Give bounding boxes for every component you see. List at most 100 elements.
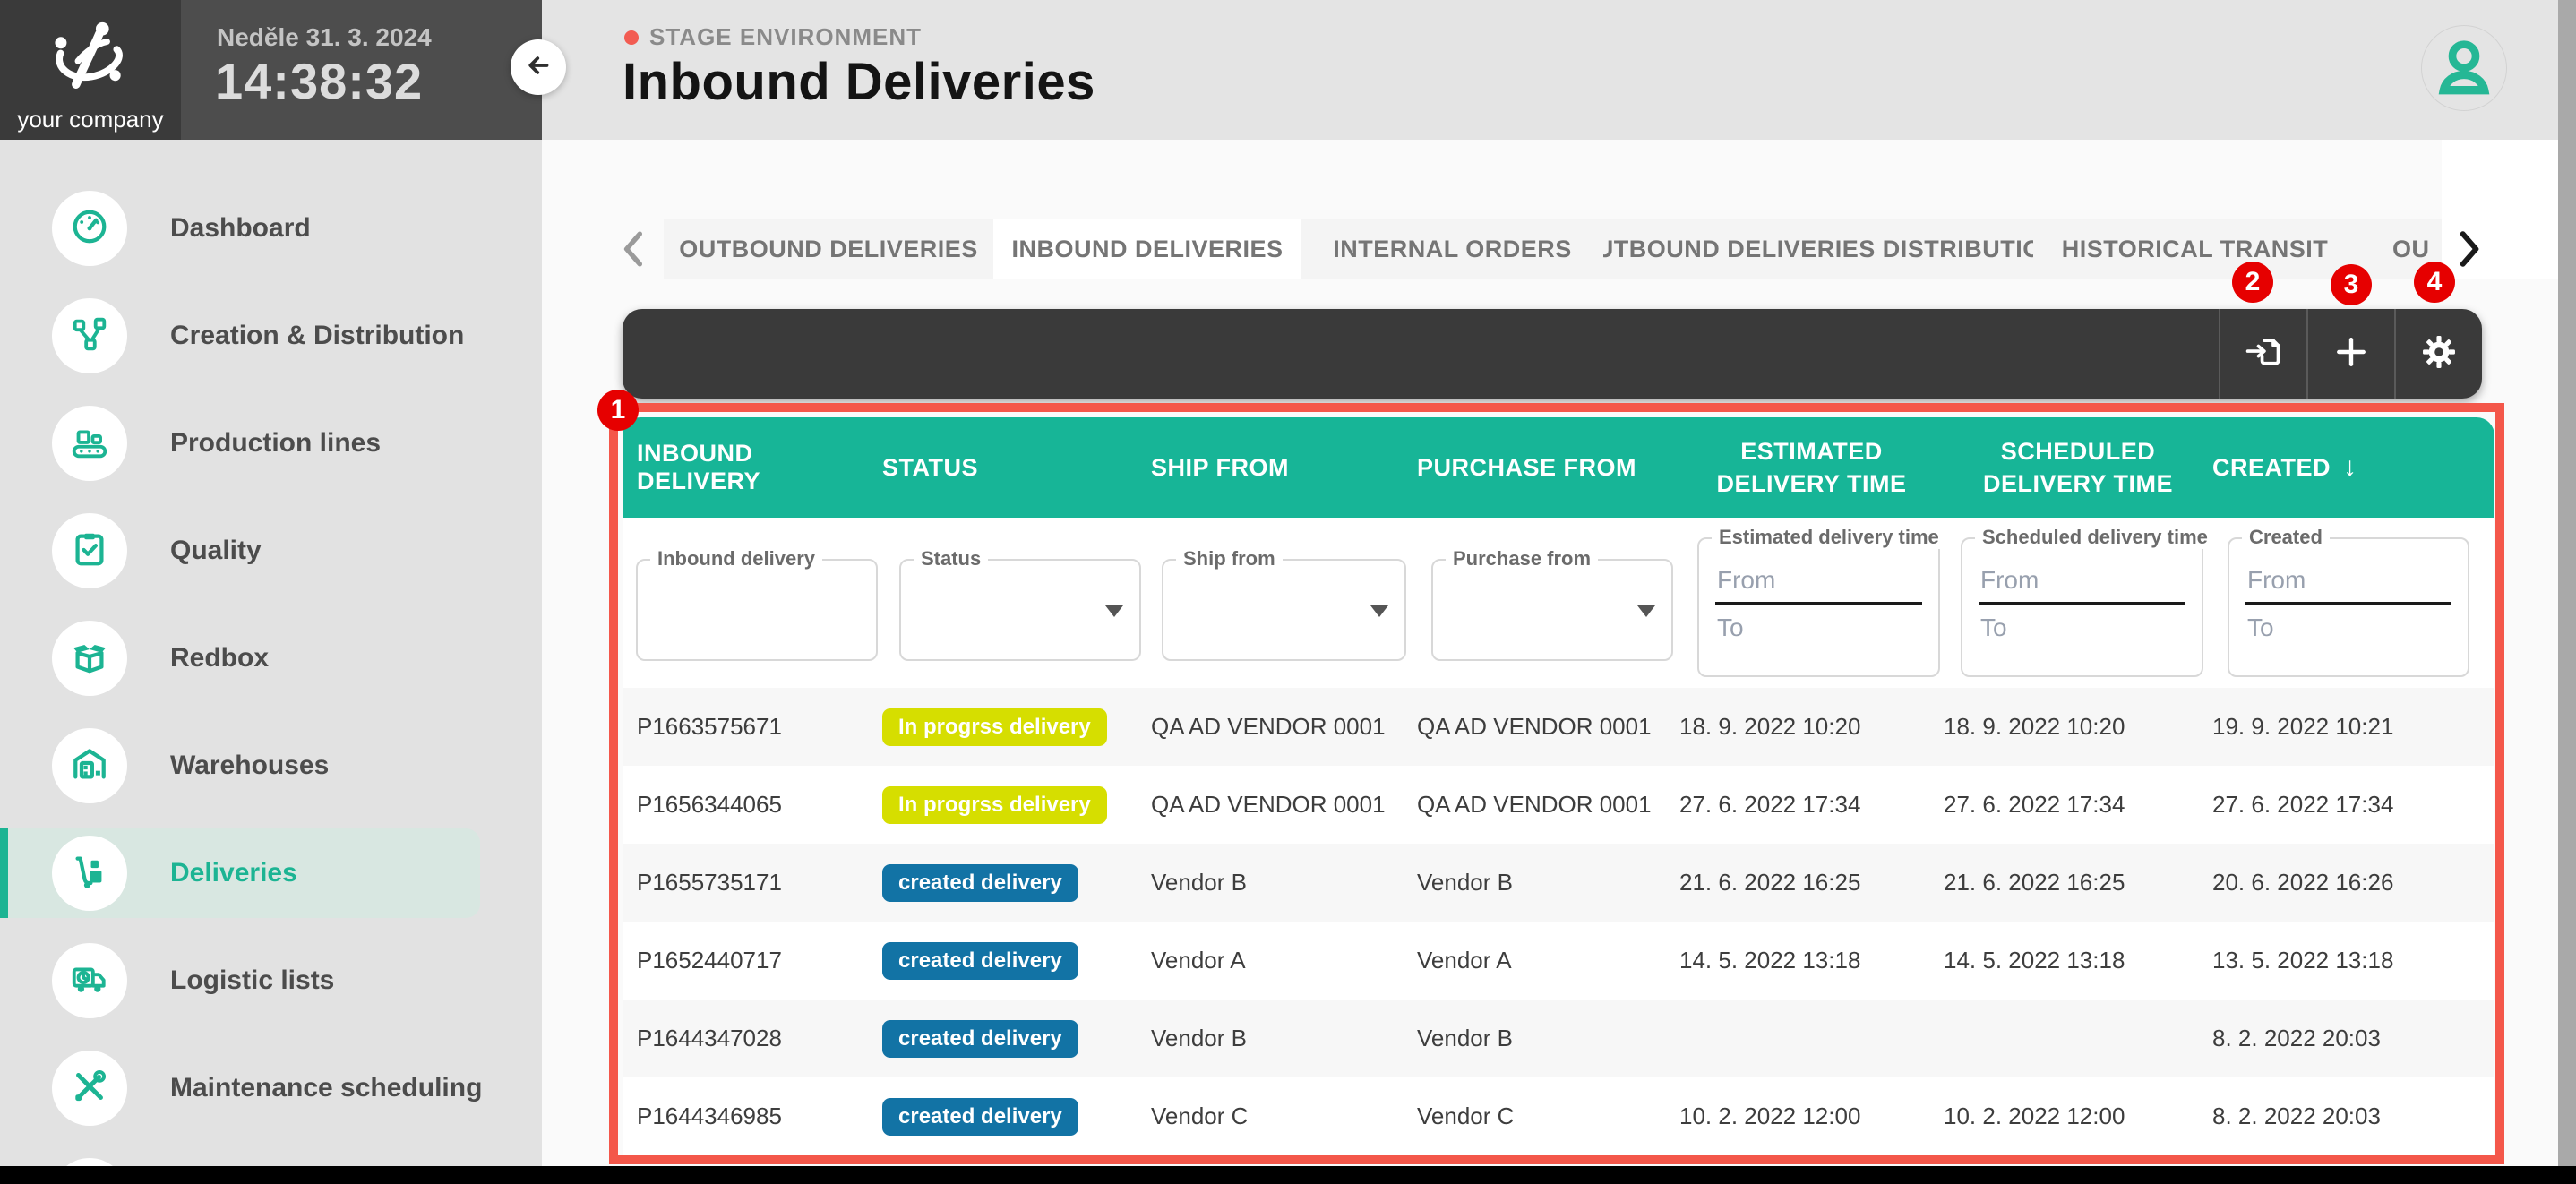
cell-purchase-from: QA AD VENDOR 0001	[1417, 688, 1679, 766]
back-button[interactable]	[511, 39, 566, 95]
cell-purchase-from: Vendor C	[1417, 1077, 1679, 1155]
scheduled-to-input[interactable]	[1980, 613, 2177, 642]
vertical-scrollbar[interactable]	[2558, 0, 2576, 1184]
cell-status: created delivery	[882, 922, 1151, 1000]
cell-purchase-from: Vendor B	[1417, 844, 1679, 922]
cell-status: created delivery	[882, 1077, 1151, 1155]
column-header-created[interactable]: CREATED↓	[2212, 417, 2494, 518]
cell-inbound-delivery: P1655735171	[623, 844, 882, 922]
tab-internal-orders[interactable]: INTERNAL ORDERS	[1301, 219, 1603, 279]
estimated-to-input[interactable]	[1717, 613, 1914, 642]
status-badge: created delivery	[882, 1098, 1078, 1136]
filter-purchase-from[interactable]: Purchase from	[1431, 559, 1673, 661]
sidebar-item-logistic-lists[interactable]: Logistic lists	[0, 936, 542, 1025]
filter-inbound-delivery: Inbound delivery	[636, 559, 878, 661]
annotation-marker-4: 4	[2414, 262, 2455, 303]
sidebar-item-quality[interactable]: Quality	[0, 506, 542, 596]
cell-estimated-delivery-time	[1679, 1000, 1944, 1077]
cell-purchase-from: QA AD VENDOR 0001	[1417, 766, 1679, 844]
environment-status-dot	[624, 30, 639, 45]
cell-created: 8. 2. 2022 20:03	[2212, 1000, 2494, 1077]
table-row[interactable]: P1656344065 In progrss delivery QA AD VE…	[623, 766, 2494, 844]
table-row[interactable]: P1644347028 created delivery Vendor B Ve…	[623, 1000, 2494, 1077]
tab-inbound-deliveries[interactable]: INBOUND DELIVERIES	[993, 219, 1301, 279]
bottom-bar	[0, 1166, 2576, 1184]
column-header-inbound-delivery[interactable]: INBOUND DELIVERY	[623, 417, 882, 518]
cell-scheduled-delivery-time	[1944, 1000, 2212, 1077]
maintenance-icon	[69, 1066, 110, 1111]
sidebar-item-deliveries[interactable]: Deliveries	[0, 828, 480, 918]
column-header-scheduled-delivery-time[interactable]: SCHEDULED DELIVERY TIME	[1944, 417, 2212, 518]
created-to-input[interactable]	[2247, 613, 2444, 642]
cell-ship-from: Vendor B	[1151, 844, 1417, 922]
add-button[interactable]	[2306, 309, 2394, 399]
status-badge: In progrss delivery	[882, 786, 1107, 824]
table-body: P1663575671 In progrss delivery QA AD VE…	[623, 688, 2494, 1155]
tab-outbound-deliveries[interactable]: OUTBOUND DELIVERIES	[664, 219, 993, 279]
page-title: Inbound Deliveries	[623, 52, 1095, 112]
cell-ship-from: QA AD VENDOR 0001	[1151, 688, 1417, 766]
cell-status: In progrss delivery	[882, 688, 1151, 766]
tabs-scroll-right-button[interactable]	[2451, 224, 2486, 274]
column-header-purchase-from[interactable]: PURCHASE FROM	[1417, 417, 1679, 518]
created-from-input[interactable]	[2247, 566, 2444, 595]
cell-estimated-delivery-time: 18. 9. 2022 10:20	[1679, 688, 1944, 766]
input-underline	[2245, 602, 2451, 605]
status-badge: created delivery	[882, 942, 1078, 980]
status-badge: created delivery	[882, 864, 1078, 902]
scheduled-from-input[interactable]	[1980, 566, 2177, 595]
cell-status: created delivery	[882, 844, 1151, 922]
column-header-status[interactable]: STATUS	[882, 417, 1151, 518]
sidebar-item-maintenance-scheduling[interactable]: Maintenance scheduling	[0, 1043, 542, 1133]
filter-ship-from[interactable]: Ship from	[1162, 559, 1406, 661]
annotation-marker-2: 2	[2232, 262, 2273, 303]
cell-scheduled-delivery-time: 21. 6. 2022 16:25	[1944, 844, 2212, 922]
current-date: Neděle 31. 3. 2024	[217, 23, 432, 52]
cell-scheduled-delivery-time: 18. 9. 2022 10:20	[1944, 688, 2212, 766]
cell-scheduled-delivery-time: 14. 5. 2022 13:18	[1944, 922, 2212, 1000]
table-toolbar	[623, 309, 2482, 399]
table-row[interactable]: P1655735171 created delivery Vendor B Ve…	[623, 844, 2494, 922]
table-row[interactable]: P1663575671 In progrss delivery QA AD VE…	[623, 688, 2494, 766]
sidebar-item-warehouses[interactable]: Warehouses	[0, 721, 542, 811]
deliveries-icon	[69, 851, 110, 897]
inbound-delivery-filter-input[interactable]	[648, 573, 851, 645]
column-header-estimated-delivery-time[interactable]: ESTIMATED DELIVERY TIME	[1679, 417, 1944, 518]
input-underline	[1715, 602, 1922, 605]
user-icon	[2428, 30, 2500, 107]
sidebar-item-dashboard[interactable]: Dashboard	[0, 184, 542, 273]
sidebar-item-redbox[interactable]: Redbox	[0, 613, 542, 703]
sidebar-item-production-lines[interactable]: Production lines	[0, 399, 542, 488]
cell-created: 8. 2. 2022 20:03	[2212, 1077, 2494, 1155]
cell-inbound-delivery: P1652440717	[623, 922, 882, 1000]
cell-scheduled-delivery-time: 27. 6. 2022 17:34	[1944, 766, 2212, 844]
table-row[interactable]: P1644346985 created delivery Vendor C Ve…	[623, 1077, 2494, 1155]
table-row[interactable]: P1652440717 created delivery Vendor A Ve…	[623, 922, 2494, 1000]
cell-ship-from: Vendor B	[1151, 1000, 1417, 1077]
status-badge: created delivery	[882, 1020, 1078, 1058]
table-header-row: INBOUND DELIVERY STATUS SHIP FROM PURCHA…	[623, 417, 2494, 518]
dropdown-caret-icon	[1637, 605, 1655, 617]
status-badge: In progrss delivery	[882, 708, 1107, 746]
company-logo-block: your company	[0, 0, 181, 140]
export-document-button[interactable]	[2219, 309, 2306, 399]
environment-label: STAGE ENVIRONMENT	[649, 23, 922, 51]
settings-button[interactable]	[2394, 309, 2482, 399]
user-avatar-button[interactable]	[2421, 25, 2507, 111]
tabs-scroll-left-button[interactable]	[616, 224, 652, 274]
cell-ship-from: Vendor A	[1151, 922, 1417, 1000]
estimated-from-input[interactable]	[1717, 566, 1914, 595]
tab-historical-transit[interactable]: HISTORICAL TRANSIT	[2033, 219, 2357, 279]
logistic-lists-icon	[69, 958, 110, 1004]
annotation-marker-3: 3	[2331, 264, 2372, 305]
company-logo	[43, 13, 136, 110]
cell-scheduled-delivery-time: 10. 2. 2022 12:00	[1944, 1077, 2212, 1155]
filter-status[interactable]: Status	[899, 559, 1141, 661]
cell-status: In progrss delivery	[882, 766, 1151, 844]
sidebar: Dashboard Creation & Distribution Produc…	[0, 140, 542, 1184]
column-header-ship-from[interactable]: SHIP FROM	[1151, 417, 1417, 518]
tab-outbound-deliveries-distribution[interactable]: OUTBOUND DELIVERIES DISTRIBUTION	[1603, 219, 2033, 279]
cell-estimated-delivery-time: 21. 6. 2022 16:25	[1679, 844, 1944, 922]
sidebar-item-creation-distribution[interactable]: Creation & Distribution	[0, 291, 542, 381]
cell-estimated-delivery-time: 14. 5. 2022 13:18	[1679, 922, 1944, 1000]
